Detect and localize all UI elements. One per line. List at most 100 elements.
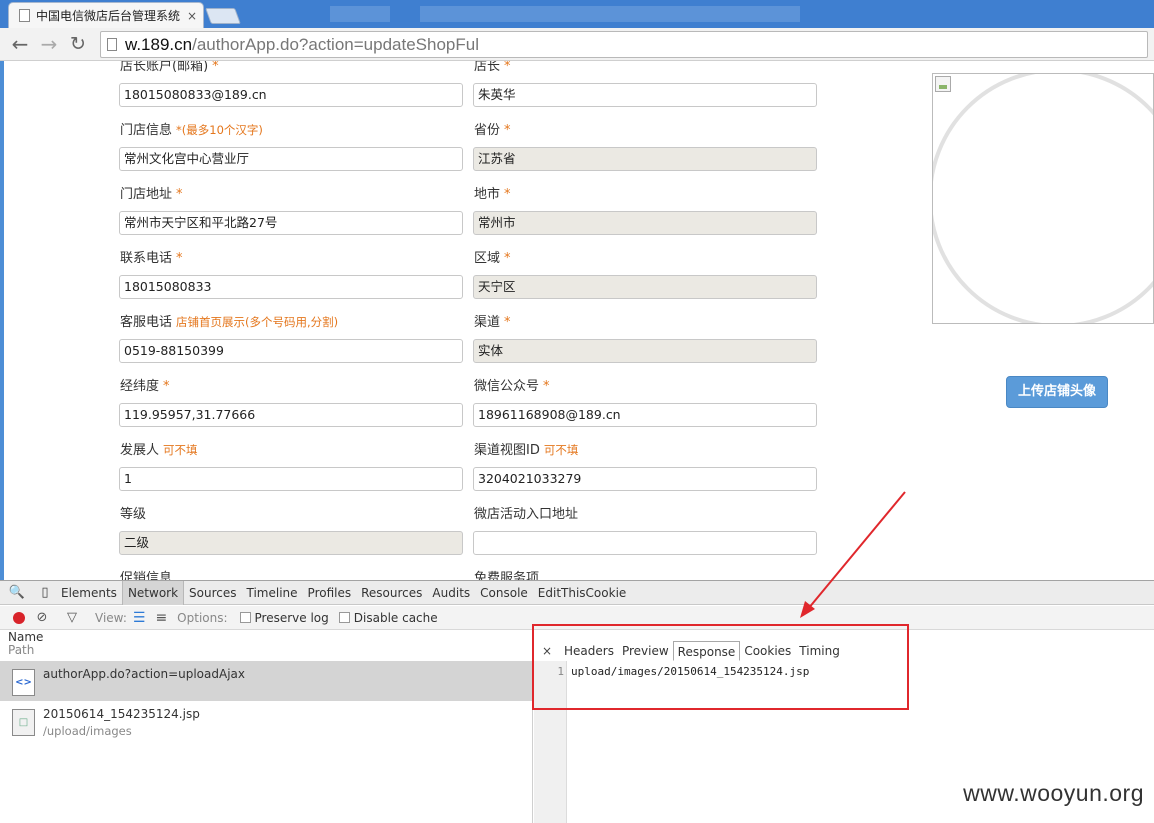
close-detail-icon[interactable]: × bbox=[534, 644, 560, 658]
owner-input[interactable]: 朱英华 bbox=[473, 83, 817, 107]
coordinates-input[interactable]: 119.95957,31.77666 bbox=[119, 403, 463, 427]
district-field: 天宁区 bbox=[473, 275, 817, 299]
response-text: upload/images/20150614_154235124.jsp bbox=[571, 665, 810, 678]
reload-icon[interactable]: ↻ bbox=[67, 33, 89, 55]
label-store-info: 门店信息 *(最多10个汉字) bbox=[120, 123, 263, 138]
request-row[interactable]: <> authorApp.do?action=uploadAjax bbox=[0, 661, 533, 701]
line-number: 1 bbox=[557, 665, 564, 678]
devtools-tabbar: 🔍 ▯ Elements Network Sources Timeline Pr… bbox=[0, 580, 1154, 605]
preserve-log-label: Preserve log bbox=[254, 610, 329, 625]
view-label: View: bbox=[95, 610, 127, 625]
label-owner: 店长 * bbox=[474, 61, 511, 74]
background-blur bbox=[330, 6, 390, 22]
line-number-gutter bbox=[534, 661, 567, 823]
label-province: 省份 * bbox=[474, 123, 511, 138]
wechat-input[interactable]: 18961168908@189.cn bbox=[473, 403, 817, 427]
label-contact-phone: 联系电话 * bbox=[120, 251, 183, 266]
waterfall-view-icon[interactable]: ≡ bbox=[155, 610, 167, 626]
label-level: 等级 bbox=[120, 507, 147, 522]
address-bar[interactable]: w.189.cn/authorApp.do?action=updateShopF… bbox=[100, 31, 1148, 58]
response-body: 1 upload/images/20150614_154235124.jsp bbox=[534, 665, 809, 678]
tab-timing[interactable]: Timing bbox=[795, 641, 844, 661]
tab-preview[interactable]: Preview bbox=[618, 641, 673, 661]
province-field: 江苏省 bbox=[473, 147, 817, 171]
developer-input[interactable]: 1 bbox=[119, 467, 463, 491]
tab-cookies[interactable]: Cookies bbox=[740, 641, 795, 661]
request-list: Name Path <> authorApp.do?action=uploadA… bbox=[0, 631, 533, 823]
disable-cache-checkbox[interactable] bbox=[338, 612, 350, 623]
label-wechat: 微信公众号 * bbox=[474, 379, 550, 394]
label-promotion: 促销信息 bbox=[120, 571, 173, 580]
label-channel-view-id: 渠道视图ID 可不填 bbox=[474, 443, 579, 458]
network-toolbar: ⊘ ▽ View: ☰ ≡ Options: Preserve log Disa… bbox=[0, 606, 1154, 630]
city-field: 常州市 bbox=[473, 211, 817, 235]
tab-audits[interactable]: Audits bbox=[427, 581, 475, 605]
page-viewport: 店长账户(邮箱) * 18015080833@189.cn 店长 * 朱英华 门店信… bbox=[0, 61, 1154, 580]
request-row[interactable]: □ 20150614_154235124.jsp /upload/images bbox=[0, 701, 533, 741]
search-icon[interactable]: 🔍 bbox=[6, 585, 28, 600]
tab-console[interactable]: Console bbox=[475, 581, 533, 605]
activity-url-input[interactable] bbox=[473, 531, 817, 555]
new-tab-button[interactable] bbox=[205, 8, 241, 24]
loading-ring bbox=[933, 74, 1153, 323]
owner-account-input[interactable]: 18015080833@189.cn bbox=[119, 83, 463, 107]
label-developer: 发展人 可不填 bbox=[120, 443, 198, 458]
disable-cache-label: Disable cache bbox=[353, 610, 438, 625]
clear-icon[interactable]: ⊘ bbox=[35, 610, 49, 625]
tab-editthiscookie[interactable]: EditThisCookie bbox=[533, 581, 632, 605]
label-coordinates: 经纬度 * bbox=[120, 379, 170, 394]
label-free-services: 免费服务项 bbox=[474, 571, 540, 580]
tab-network[interactable]: Network bbox=[121, 580, 185, 605]
label-district: 区域 * bbox=[474, 251, 511, 266]
browser-toolbar: ← → ↻ w.189.cn/authorApp.do?action=updat… bbox=[0, 28, 1154, 61]
tab-elements[interactable]: Elements bbox=[56, 581, 122, 605]
service-phone-input[interactable]: 0519-88150399 bbox=[119, 339, 463, 363]
page-icon bbox=[107, 38, 117, 51]
preserve-log-checkbox[interactable] bbox=[239, 612, 251, 623]
options-label: Options: bbox=[177, 610, 228, 625]
label-owner-account: 店长账户(邮箱) * bbox=[120, 61, 219, 74]
tab-title: 中国电信微店后台管理系统 bbox=[36, 9, 181, 23]
image-file-icon: □ bbox=[12, 709, 35, 736]
request-name: authorApp.do?action=uploadAjax bbox=[43, 667, 245, 681]
url-host: w.189.cn bbox=[125, 34, 193, 54]
upload-avatar-button[interactable]: 上传店铺头像 bbox=[1006, 376, 1108, 408]
column-header: Name Path bbox=[8, 631, 43, 657]
request-name: 20150614_154235124.jsp bbox=[43, 707, 200, 721]
device-mode-icon[interactable]: ▯ bbox=[34, 585, 56, 600]
broken-image-icon bbox=[935, 76, 951, 92]
tab-timeline[interactable]: Timeline bbox=[242, 581, 303, 605]
contact-phone-input[interactable]: 18015080833 bbox=[119, 275, 463, 299]
tab-profiles[interactable]: Profiles bbox=[303, 581, 357, 605]
record-icon[interactable] bbox=[13, 611, 25, 624]
level-field: 二级 bbox=[119, 531, 463, 555]
document-icon: <> bbox=[12, 669, 35, 696]
channel-field: 实体 bbox=[473, 339, 817, 363]
watermark: www.wooyun.org bbox=[963, 780, 1144, 806]
browser-tab[interactable]: 中国电信微店后台管理系统 × bbox=[8, 2, 204, 28]
back-icon[interactable]: ← bbox=[9, 33, 31, 55]
request-path: /upload/images bbox=[43, 724, 132, 738]
channel-view-id-input[interactable]: 3204021033279 bbox=[473, 467, 817, 491]
store-info-input[interactable]: 常州文化宫中心营业厅 bbox=[119, 147, 463, 171]
label-service-phone: 客服电话 店铺首页展示(多个号码用,分割) bbox=[120, 315, 339, 330]
url-path: /authorApp.do?action=updateShopFul bbox=[192, 34, 479, 54]
filter-icon[interactable]: ▽ bbox=[65, 610, 79, 625]
background-blur bbox=[420, 6, 800, 22]
label-channel: 渠道 * bbox=[474, 315, 511, 330]
detail-tabbar: × Headers Preview Response Cookies Timin… bbox=[534, 640, 844, 662]
tab-response[interactable]: Response bbox=[672, 641, 741, 661]
store-address-input[interactable]: 常州市天宁区和平北路27号 bbox=[119, 211, 463, 235]
label-city: 地市 * bbox=[474, 187, 511, 202]
label-store-address: 门店地址 * bbox=[120, 187, 183, 202]
forward-icon[interactable]: → bbox=[38, 33, 60, 55]
tab-sources[interactable]: Sources bbox=[184, 581, 241, 605]
tab-resources[interactable]: Resources bbox=[356, 581, 427, 605]
shop-edit-form: 店长账户(邮箱) * 18015080833@189.cn 店长 * 朱英华 门店信… bbox=[0, 61, 900, 580]
shop-avatar-preview bbox=[932, 73, 1154, 324]
tab-close-icon[interactable]: × bbox=[187, 9, 197, 23]
list-view-icon[interactable]: ☰ bbox=[133, 610, 146, 626]
tab-headers[interactable]: Headers bbox=[560, 641, 618, 661]
label-activity-url: 微店活动入口地址 bbox=[474, 507, 579, 522]
tab-strip: 中国电信微店后台管理系统 × bbox=[0, 0, 1154, 28]
